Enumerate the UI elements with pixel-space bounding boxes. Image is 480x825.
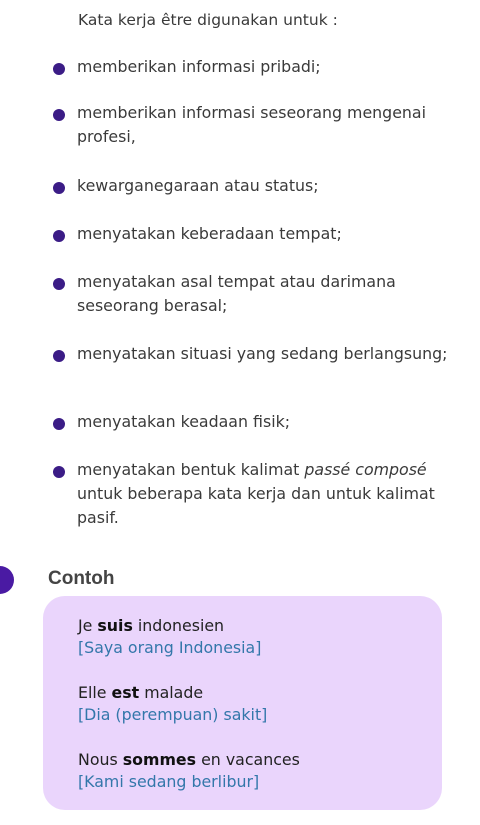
list-item: kewarganegaraan atau status; xyxy=(53,174,455,198)
section-title: Contoh xyxy=(48,568,115,589)
bullet-icon xyxy=(53,418,65,430)
verb-highlight: est xyxy=(111,683,140,702)
intro-text: Kata kerja être digunakan untuk : xyxy=(78,11,338,29)
passe-compose-term: passé composé xyxy=(304,460,427,479)
list-item: menyatakan keadaan fisik; xyxy=(53,410,455,434)
example-item: Elle est malade [Dia (perempuan) sakit] xyxy=(78,682,267,726)
list-item: memberikan informasi pribadi; xyxy=(53,55,455,79)
list-item: menyatakan bentuk kalimat passé composé … xyxy=(53,458,455,530)
list-item: memberikan informasi seseorang mengenai … xyxy=(53,101,455,149)
bullet-icon xyxy=(53,182,65,194)
bullet-icon xyxy=(53,350,65,362)
section-marker xyxy=(0,566,14,594)
list-item: menyatakan asal tempat atau darimana ses… xyxy=(53,270,455,318)
bullet-icon xyxy=(53,466,65,478)
example-item: Je suis indonesien [Saya orang Indonesia… xyxy=(78,615,261,659)
example-french: Nous sommes en vacances xyxy=(78,750,300,769)
example-translation: [Saya orang Indonesia] xyxy=(78,638,262,657)
bullet-icon xyxy=(53,63,65,75)
bullet-icon xyxy=(53,278,65,290)
list-item: menyatakan keberadaan tempat; xyxy=(53,222,455,246)
example-french: Je suis indonesien xyxy=(78,616,225,635)
verb-highlight: sommes xyxy=(122,750,197,769)
example-french: Elle est malade xyxy=(78,683,204,702)
example-translation: [Kami sedang berlibur] xyxy=(78,772,260,791)
bullet-icon xyxy=(53,109,65,121)
list-item: menyatakan situasi yang sedang berlangsu… xyxy=(53,342,455,366)
verb-highlight: suis xyxy=(97,616,133,635)
bullet-icon xyxy=(53,230,65,242)
example-item: Nous sommes en vacances [Kami sedang ber… xyxy=(78,749,300,793)
example-translation: [Dia (perempuan) sakit] xyxy=(78,705,268,724)
example-box: Je suis indonesien [Saya orang Indonesia… xyxy=(43,596,442,810)
